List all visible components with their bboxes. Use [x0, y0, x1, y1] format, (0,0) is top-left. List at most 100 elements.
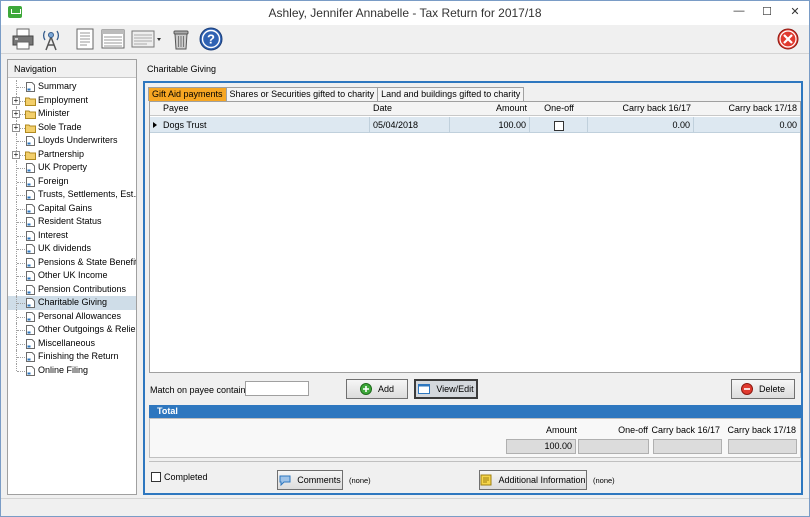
sidebar-item-label: Employment — [38, 94, 89, 105]
cell-date[interactable]: 05/04/2018 — [370, 117, 450, 133]
comments-status: (none) — [349, 476, 371, 485]
expand-icon[interactable]: + — [12, 150, 20, 159]
sidebar-item[interactable]: UK Property — [8, 161, 136, 175]
exit-icon[interactable] — [777, 28, 799, 50]
column-header-amount[interactable]: Amount — [450, 102, 530, 116]
sidebar-item-label: Resident Status — [38, 216, 102, 226]
sidebar-item[interactable]: + Sole Trade — [8, 120, 136, 134]
tab-shares-securities[interactable]: Shares or Securities gifted to charity — [225, 87, 379, 101]
sidebar-item[interactable]: Interest — [8, 228, 136, 242]
content-area: Gift Aid payments Shares or Securities g… — [143, 81, 803, 495]
list-view-icon[interactable] — [101, 27, 125, 51]
report-dropdown-icon[interactable] — [131, 27, 163, 51]
sidebar-item[interactable]: + Employment — [8, 93, 136, 107]
sidebar-item[interactable]: Foreign — [8, 174, 136, 188]
folder-icon — [25, 97, 36, 106]
close-window-button[interactable]: ✕ — [781, 1, 809, 21]
sidebar-item[interactable]: Pension Contributions — [8, 282, 136, 296]
tab-land-buildings[interactable]: Land and buildings gifted to charity — [377, 87, 525, 101]
folder-icon — [25, 151, 36, 160]
sidebar-item[interactable]: Capital Gains — [8, 201, 136, 215]
add-button-label: Add — [377, 384, 394, 394]
expand-icon[interactable]: + — [12, 123, 20, 132]
comments-button[interactable]: Comments — [277, 470, 343, 490]
gift-aid-grid: Payee Date Amount One-off Carry back 16/… — [149, 101, 801, 373]
sidebar-item-label: Minister — [38, 108, 70, 118]
print-icon[interactable] — [11, 27, 35, 51]
sidebar-item[interactable]: Personal Allowances — [8, 309, 136, 323]
broadcast-icon[interactable] — [39, 27, 63, 51]
sidebar-item[interactable]: Online Filing — [8, 363, 136, 378]
tree-connector — [17, 370, 25, 372]
trash-icon[interactable] — [169, 27, 193, 51]
sidebar-item-label: Foreign — [38, 175, 69, 186]
table-row[interactable]: Dogs Trust 05/04/2018 100.00 0.00 0.00 — [150, 117, 800, 133]
cell-carry-back-1718[interactable]: 0.00 — [694, 117, 800, 133]
column-header-one-off[interactable]: One-off — [530, 102, 588, 116]
document-icon[interactable] — [73, 27, 97, 51]
tab-strip: Gift Aid payments Shares or Securities g… — [148, 87, 525, 101]
column-header-payee[interactable]: Payee — [160, 102, 370, 116]
match-payee-label: Match on payee contains — [150, 385, 251, 395]
sidebar-item[interactable]: Other Outgoings & Relie… — [8, 323, 136, 337]
total-amount-value: 100.00 — [506, 439, 576, 454]
tree-connector — [17, 195, 25, 196]
completed-label: Completed — [164, 472, 208, 482]
tree-connector — [17, 316, 25, 318]
column-header-date[interactable]: Date — [370, 102, 450, 116]
sidebar-item-label: Pensions & State Benefits — [38, 256, 136, 267]
main-panel: Charitable Giving Gift Aid payments Shar… — [140, 59, 806, 495]
sidebar-item[interactable]: Charitable Giving — [8, 296, 136, 310]
delete-button-label: Delete — [758, 384, 785, 394]
delete-button[interactable]: Delete — [731, 379, 795, 399]
expand-icon[interactable]: + — [12, 110, 20, 118]
page-icon — [26, 82, 35, 92]
sidebar-item-label: Other Outgoings & Relie… — [38, 324, 136, 334]
view-edit-button[interactable]: View/Edit — [414, 379, 478, 399]
sidebar-item[interactable]: Miscellaneous — [8, 336, 136, 350]
minimize-button[interactable]: — — [725, 1, 753, 21]
add-button[interactable]: Add — [346, 379, 408, 399]
column-header-carry-back-1718[interactable]: Carry back 17/18 — [694, 102, 800, 116]
match-payee-input[interactable] — [245, 381, 309, 396]
cell-amount[interactable]: 100.00 — [450, 117, 530, 133]
sidebar-item[interactable]: + Partnership — [8, 147, 136, 161]
row-selector-arrow-icon — [153, 122, 157, 128]
additional-information-button[interactable]: Additional Information — [479, 470, 587, 490]
page-icon — [26, 257, 35, 268]
sidebar-item-label: Summary — [38, 81, 77, 91]
sidebar-item[interactable]: + Minister — [8, 107, 136, 121]
total-one-off-label: One-off — [618, 425, 648, 435]
sidebar-item-label: Online Filing — [38, 364, 89, 375]
tab-gift-aid-payments[interactable]: Gift Aid payments — [148, 87, 227, 101]
sidebar-item[interactable]: Finishing the Return — [8, 350, 136, 364]
help-icon[interactable]: ? — [199, 27, 223, 51]
tree-connector — [17, 181, 25, 183]
cell-carry-back-1617[interactable]: 0.00 — [588, 117, 694, 133]
cell-payee[interactable]: Dogs Trust — [160, 117, 370, 133]
sidebar-item-label: Lloyds Underwriters — [38, 135, 118, 145]
page-icon — [26, 244, 35, 254]
sidebar-item[interactable]: Resident Status — [8, 215, 136, 229]
window-title: Ashley, Jennifer Annabelle - Tax Return … — [268, 6, 542, 20]
sidebar-item[interactable]: Other UK Income — [8, 269, 136, 283]
page-icon — [26, 352, 35, 362]
footer: Completed Comments (none) Additional Inf… — [149, 461, 801, 491]
page-icon — [26, 338, 35, 349]
total-cb1718-label: Carry back 17/18 — [727, 425, 796, 435]
sidebar-item[interactable]: Lloyds Underwriters — [8, 134, 136, 148]
sidebar-item[interactable]: Summary — [8, 80, 136, 94]
completed-checkbox[interactable] — [151, 472, 161, 482]
tree-connector — [16, 363, 17, 371]
one-off-checkbox[interactable] — [553, 120, 564, 131]
expand-icon[interactable]: + — [12, 96, 20, 105]
sidebar-item-label: Partnership — [38, 148, 85, 159]
sidebar-item[interactable]: UK dividends — [8, 242, 136, 256]
sidebar-item-label: UK dividends — [38, 243, 92, 253]
page-icon — [26, 136, 35, 146]
sidebar-item[interactable]: Pensions & State Benefits — [8, 255, 136, 269]
page-icon — [26, 284, 35, 295]
maximize-button[interactable]: ☐ — [753, 1, 781, 21]
column-header-carry-back-1617[interactable]: Carry back 16/17 — [588, 102, 694, 116]
sidebar-item[interactable]: Trusts, Settlements, Est… — [8, 188, 136, 202]
